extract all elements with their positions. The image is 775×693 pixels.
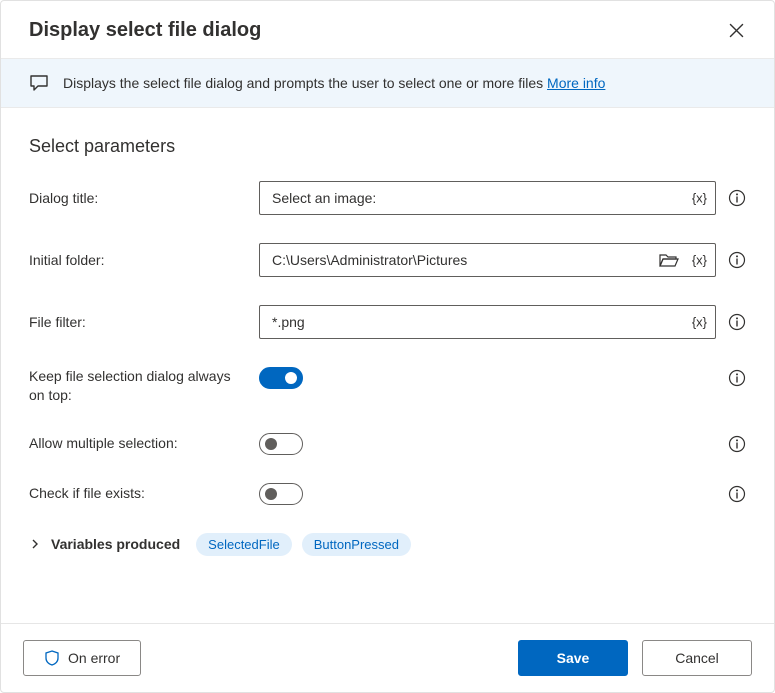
help-button[interactable] <box>728 485 746 503</box>
variables-expand-button[interactable] <box>29 538 41 550</box>
close-icon <box>729 23 744 38</box>
info-icon <box>728 485 746 503</box>
initial-folder-input-wrap[interactable]: {x} <box>259 243 716 277</box>
file-filter-label: File filter: <box>29 313 259 332</box>
info-icon <box>728 251 746 269</box>
row-initial-folder: Initial folder: {x} <box>29 243 746 277</box>
keep-on-top-label: Keep file selection dialog always on top… <box>29 367 259 405</box>
row-allow-multiple: Allow multiple selection: <box>29 433 746 455</box>
help-button[interactable] <box>728 435 746 453</box>
check-exists-label: Check if file exists: <box>29 484 259 503</box>
keep-on-top-toggle[interactable] <box>259 367 303 389</box>
folder-open-icon <box>659 252 679 268</box>
close-button[interactable] <box>725 19 748 42</box>
content-area: Select parameters Dialog title: {x} Init… <box>1 108 774 623</box>
save-button[interactable]: Save <box>518 640 628 676</box>
allow-multiple-label: Allow multiple selection: <box>29 434 259 453</box>
allow-multiple-toggle[interactable] <box>259 433 303 455</box>
variables-produced-row: Variables produced SelectedFile ButtonPr… <box>29 533 746 556</box>
variable-chip[interactable]: SelectedFile <box>196 533 292 556</box>
initial-folder-input[interactable] <box>270 244 651 276</box>
banner-text-span: Displays the select file dialog and prom… <box>63 75 547 91</box>
toggle-knob <box>265 438 277 450</box>
save-label: Save <box>557 650 590 666</box>
cancel-label: Cancel <box>675 650 719 666</box>
shield-icon <box>44 650 60 666</box>
info-icon <box>728 189 746 207</box>
comment-icon <box>29 73 49 93</box>
more-info-link[interactable]: More info <box>547 75 605 91</box>
row-keep-on-top: Keep file selection dialog always on top… <box>29 367 746 405</box>
chevron-right-icon <box>29 538 41 550</box>
dialog-title-input[interactable] <box>270 182 679 214</box>
variable-picker-icon[interactable]: {x} <box>692 315 707 330</box>
cancel-button[interactable]: Cancel <box>642 640 752 676</box>
section-title: Select parameters <box>29 136 746 157</box>
info-icon <box>728 369 746 387</box>
initial-folder-label: Initial folder: <box>29 251 259 270</box>
dialog-header: Display select file dialog <box>1 1 774 58</box>
variable-picker-icon[interactable]: {x} <box>692 253 707 268</box>
info-icon <box>728 435 746 453</box>
help-button[interactable] <box>728 251 746 269</box>
info-banner: Displays the select file dialog and prom… <box>1 58 774 108</box>
dialog-footer: On error Save Cancel <box>1 623 774 692</box>
file-filter-input-wrap[interactable]: {x} <box>259 305 716 339</box>
dialog-title: Display select file dialog <box>29 19 261 42</box>
variables-produced-label[interactable]: Variables produced <box>51 536 180 552</box>
dialog-title-input-wrap[interactable]: {x} <box>259 181 716 215</box>
row-check-exists: Check if file exists: <box>29 483 746 505</box>
row-dialog-title: Dialog title: {x} <box>29 181 746 215</box>
row-file-filter: File filter: {x} <box>29 305 746 339</box>
toggle-knob <box>265 488 277 500</box>
check-exists-toggle[interactable] <box>259 483 303 505</box>
banner-text: Displays the select file dialog and prom… <box>63 75 605 91</box>
on-error-button[interactable]: On error <box>23 640 141 676</box>
variable-chip[interactable]: ButtonPressed <box>302 533 411 556</box>
file-filter-input[interactable] <box>270 306 679 338</box>
toggle-knob <box>285 372 297 384</box>
dialog-root: Display select file dialog Displays the … <box>0 0 775 693</box>
on-error-label: On error <box>68 650 120 666</box>
help-button[interactable] <box>728 189 746 207</box>
footer-right: Save Cancel <box>518 640 752 676</box>
dialog-title-label: Dialog title: <box>29 189 259 208</box>
variable-picker-icon[interactable]: {x} <box>692 191 707 206</box>
help-button[interactable] <box>728 369 746 387</box>
info-icon <box>728 313 746 331</box>
browse-folder-button[interactable] <box>659 252 679 268</box>
help-button[interactable] <box>728 313 746 331</box>
